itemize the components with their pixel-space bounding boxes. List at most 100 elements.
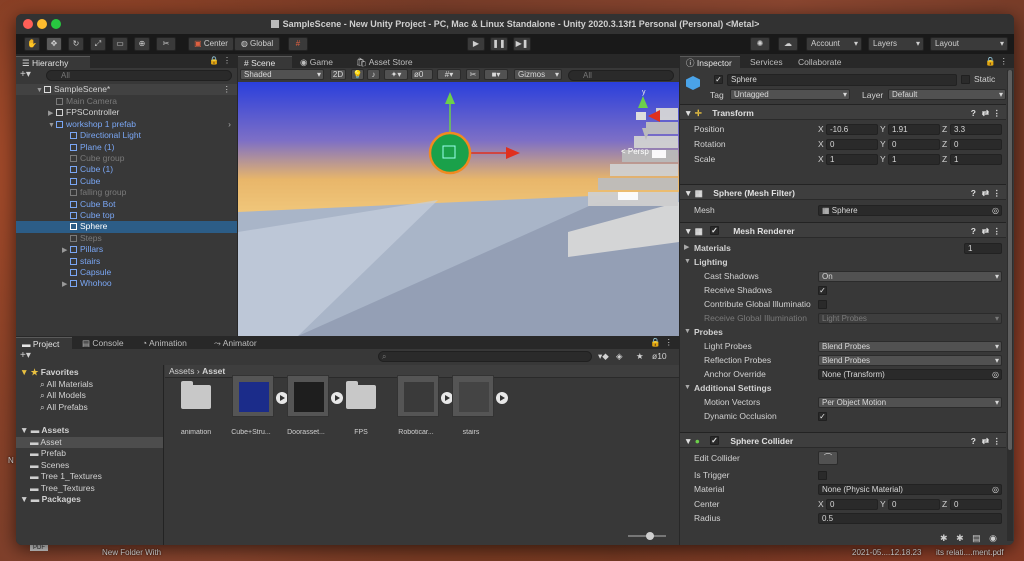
hierarchy-item[interactable]: ▶ FPSController [16, 107, 237, 118]
account-dropdown[interactable]: Account ▾ [806, 37, 862, 51]
asset-thumbnail[interactable] [232, 375, 274, 417]
project-search-input[interactable]: ⌕ [378, 351, 592, 362]
anchor-override-field[interactable]: None (Transform) ◎ [818, 368, 1002, 380]
presets-icon[interactable]: ⇄ [982, 105, 989, 121]
static-checkbox[interactable] [961, 75, 970, 84]
scrollbar-thumb[interactable] [1008, 70, 1012, 450]
inspector-scrollbar[interactable] [1007, 70, 1013, 541]
tag-dropdown[interactable]: Untagged ▾ [730, 89, 850, 100]
mesh-field[interactable]: ▦ Sphere ◎ [818, 204, 1002, 216]
layer-dropdown[interactable]: Default ▾ [888, 89, 1006, 100]
step-button[interactable]: ▶❚ [513, 37, 531, 51]
filter-by-type-icon[interactable]: ▾◆ [598, 351, 609, 362]
collider-material-field[interactable]: None (Physic Material) ◎ [818, 483, 1002, 495]
position-z-input[interactable]: 3.3 [950, 123, 1002, 135]
close-window-button[interactable] [23, 19, 33, 29]
hierarchy-item[interactable]: Main Camera [16, 96, 237, 107]
desktop-file-1[interactable]: 2021-05....12.18.23 [852, 548, 921, 557]
kebab-menu-icon[interactable]: ⋮ [1000, 56, 1009, 67]
kebab-menu-icon[interactable]: ⋮ [993, 185, 1002, 201]
project-tree-item[interactable]: ⌕ All Models [16, 390, 163, 401]
zoom-window-button[interactable] [51, 19, 61, 29]
hierarchy-item[interactable]: Cube Bot [16, 199, 237, 210]
hierarchy-item[interactable]: Plane (1) [16, 142, 237, 153]
layers-dropdown[interactable]: Layers ▾ [868, 37, 924, 51]
camera-dropdown[interactable]: ■▾ [484, 69, 508, 80]
collider-center-x-input[interactable]: 0 [826, 498, 878, 510]
project-tree-item[interactable]: ▼ ★ Favorites [16, 367, 163, 378]
lock-icon[interactable]: 🔒 [650, 337, 661, 348]
reflection-probes-field[interactable]: Blend Probes ▾ [818, 354, 1002, 366]
project-tree-item[interactable]: ▬ Asset [16, 436, 163, 448]
object-name-input[interactable]: Sphere [727, 74, 957, 86]
mesh-filter-header[interactable]: ▼ ▦ Sphere (Mesh Filter) ? ⇄ ⋮ [680, 184, 1006, 200]
motion-vectors-field[interactable]: Per Object Motion ▾ [818, 396, 1002, 408]
kebab-menu-icon[interactable]: ⋮ [665, 337, 674, 348]
tab-collaborate[interactable]: Collaborate [792, 56, 847, 68]
collider-center-z-input[interactable]: 0 [950, 498, 1002, 510]
cache-icon[interactable]: ▤ [972, 533, 981, 543]
help-icon[interactable]: ? [971, 105, 976, 121]
rotate-tool-button[interactable]: ↻ [68, 37, 84, 51]
expand-asset-icon[interactable] [496, 392, 508, 404]
scale-tool-button[interactable]: ⤢ [90, 37, 106, 51]
sphere-collider-header[interactable]: ▼ ● ✓ Sphere Collider ? ⇄ ⋮ [680, 432, 1006, 448]
hierarchy-item[interactable]: Sphere [16, 221, 237, 233]
hierarchy-item[interactable]: Cube [16, 176, 237, 187]
object-picker-icon[interactable]: ◎ [992, 206, 999, 215]
hidden-objects-toggle[interactable]: ø0 [411, 69, 433, 80]
pause-button[interactable]: ❚❚ [490, 37, 508, 51]
scale-y-input[interactable]: 1 [888, 153, 940, 165]
slider-handle[interactable] [646, 532, 654, 540]
asset-thumbnail[interactable] [452, 375, 494, 417]
presets-icon[interactable]: ⇄ [982, 185, 989, 201]
object-picker-icon[interactable]: ◎ [992, 370, 999, 379]
filter-by-label-icon[interactable]: ◈ [616, 351, 623, 362]
light-probes-field[interactable]: Blend Probes ▾ [818, 340, 1002, 352]
pivot-center-toggle[interactable]: ▣ Center [188, 37, 234, 51]
project-tree-item[interactable]: ⌕ All Prefabs [16, 402, 163, 413]
hierarchy-item[interactable]: Cube top [16, 210, 237, 221]
hierarchy-item[interactable]: ▶ Whohoo [16, 278, 237, 289]
minimize-window-button[interactable] [37, 19, 47, 29]
scene-row[interactable]: ▼ SampleScene* ⋮ [16, 84, 237, 96]
tab-animator[interactable]: ⤳ Animator [208, 337, 263, 349]
hierarchy-item[interactable]: ▶ Pillars [16, 244, 237, 255]
help-icon[interactable]: ? [971, 223, 976, 239]
lighting-toggle[interactable]: 💡 [351, 69, 364, 80]
scale-x-input[interactable]: 1 [826, 153, 878, 165]
collider-center-y-input[interactable]: 0 [888, 498, 940, 510]
tools-toggle[interactable]: ✂ [466, 69, 480, 80]
cloud-button[interactable]: ☁ [778, 37, 798, 51]
tab-project[interactable]: ▬ Project [16, 337, 72, 349]
gizmos-dropdown[interactable]: Gizmos ▾ [514, 69, 562, 80]
kebab-menu-icon[interactable]: ⋮ [993, 223, 1002, 239]
hand-tool-button[interactable]: ✋ [24, 37, 40, 51]
play-button[interactable]: ▶ [467, 37, 485, 51]
presets-icon[interactable]: ⇄ [982, 223, 989, 239]
custom-tool-button[interactable]: ✂ [156, 37, 176, 51]
bug-icon[interactable]: ✱ [940, 533, 948, 543]
collider-radius-field[interactable]: 0.5 [818, 512, 1002, 524]
chevron-right-icon[interactable]: ▶ [62, 279, 70, 290]
chevron-icon[interactable]: ▼ [684, 381, 691, 395]
hierarchy-item[interactable]: Capsule [16, 267, 237, 278]
hierarchy-item[interactable]: falling group [16, 187, 237, 198]
grid-snap-button[interactable]: # [288, 37, 308, 51]
kebab-menu-icon[interactable]: ⋮ [223, 84, 232, 95]
hierarchy-item[interactable]: Cube (1) [16, 164, 237, 175]
tab-hierarchy[interactable]: ☰ Hierarchy [16, 56, 90, 68]
kebab-menu-icon[interactable]: ⋮ [993, 433, 1002, 449]
project-create-button[interactable]: +▾ [20, 350, 31, 361]
hidden-packages-toggle[interactable]: ø10 [652, 351, 667, 361]
layout-dropdown[interactable]: Layout ▾ [930, 37, 1008, 51]
progress-icon[interactable]: ✱ [956, 533, 964, 543]
favorite-star-icon[interactable]: ★ [636, 351, 644, 362]
chevron-icon[interactable]: ▶ [684, 241, 689, 255]
project-tree-item[interactable]: ▬ Scenes [16, 460, 163, 471]
tab-services[interactable]: Services [744, 56, 789, 68]
project-tree-item[interactable]: ▬ Tree 1_Textures [16, 471, 163, 482]
mesh-renderer-header[interactable]: ▼ ▦ ✓ Mesh Renderer ? ⇄ ⋮ [680, 222, 1006, 238]
desktop-new-folder[interactable]: New Folder With [102, 548, 161, 557]
tab-game[interactable]: ◉ Game [294, 56, 339, 68]
